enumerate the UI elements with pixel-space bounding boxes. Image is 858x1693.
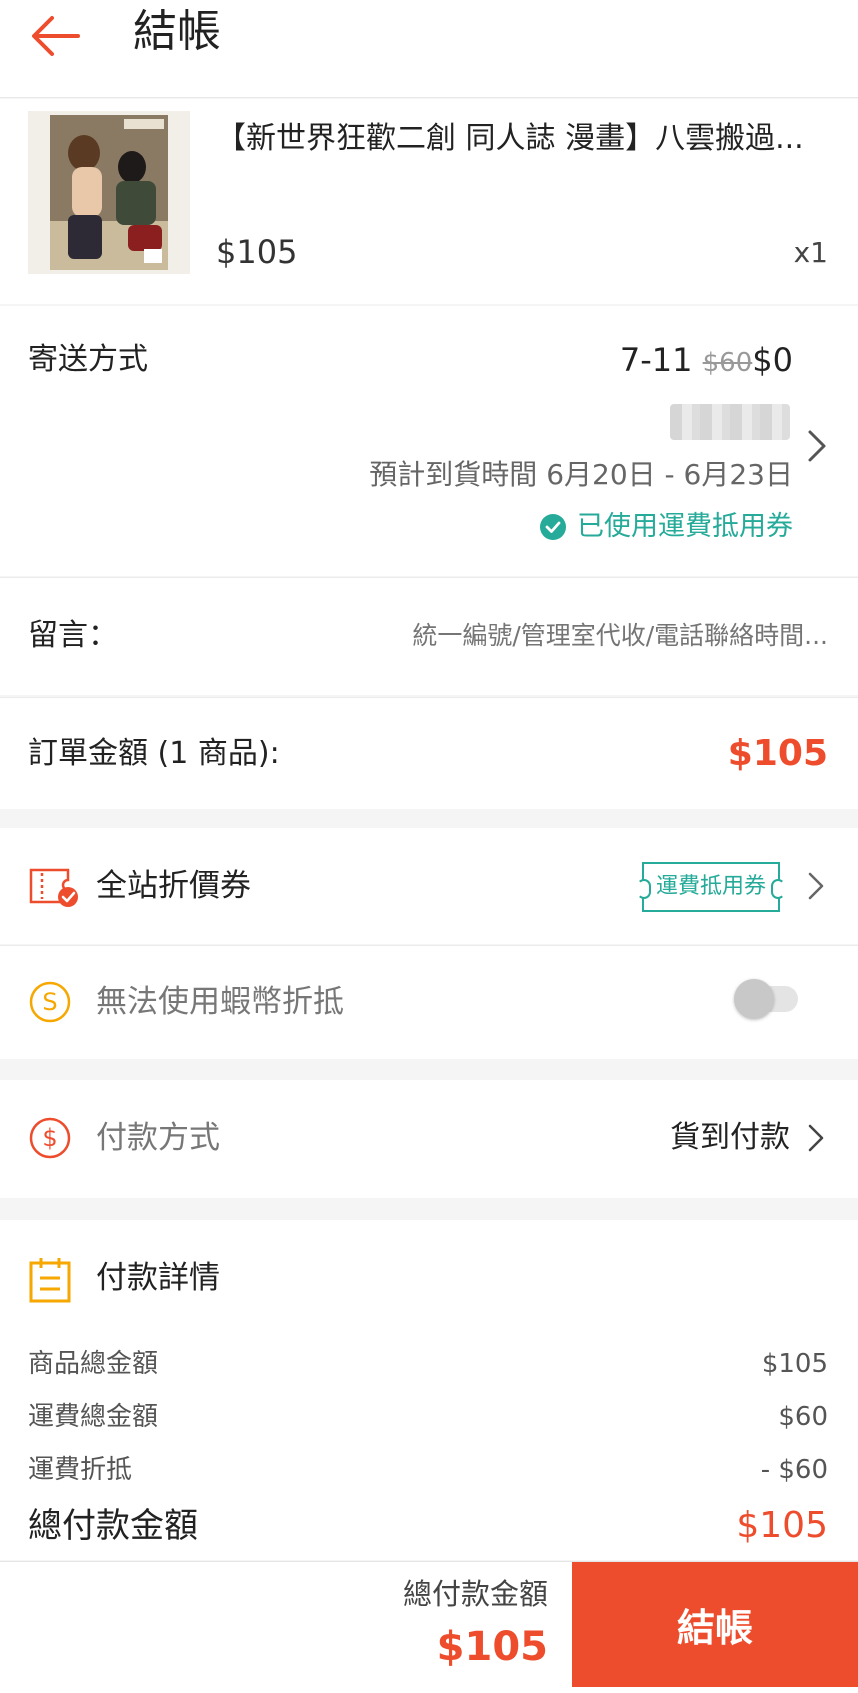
detail-value: $105 — [761, 1349, 828, 1379]
checkout-button[interactable]: 結帳 — [572, 1562, 858, 1687]
bottom-total-amount: $105 — [436, 1624, 548, 1670]
message-label: 留言： — [28, 618, 118, 653]
payment-method-label: 付款方式 — [96, 1120, 220, 1156]
payment-details-section: 付款詳情 商品總金額 $105 運費總金額 $60 運費折抵 - $60 總付款… — [0, 1220, 858, 1560]
svg-text:S: S — [42, 988, 57, 1016]
shipping-method: 7-11 $60$0 — [620, 340, 793, 383]
coins-toggle[interactable] — [734, 979, 798, 1019]
coin-icon: S — [28, 980, 76, 1028]
shipping-voucher-tag[interactable]: 運費抵用券 — [636, 862, 786, 912]
payment-method-value: 貨到付款 — [670, 1120, 790, 1155]
detail-value: - $60 — [760, 1455, 828, 1485]
product-price: $105 — [216, 233, 298, 271]
page-title: 結帳 — [133, 6, 221, 57]
chevron-right-icon[interactable] — [806, 426, 830, 466]
chevron-right-icon[interactable] — [806, 1118, 828, 1158]
detail-label: 運費折抵 — [28, 1455, 133, 1485]
coins-row: S 無法使用蝦幣折抵 — [0, 945, 858, 1059]
message-section: 留言： — [0, 577, 858, 695]
message-input[interactable] — [368, 616, 828, 656]
back-arrow-icon[interactable] — [28, 6, 88, 66]
order-total-label: 訂單金額 (1 商品): — [28, 736, 280, 771]
product-card[interactable]: 【新世界狂歡二創 同人誌 漫畫】八雲搬過... $105 x1 — [0, 99, 858, 304]
blurred-store-name — [670, 404, 790, 440]
chevron-right-icon[interactable] — [806, 866, 828, 906]
coins-label: 無法使用蝦幣折抵 — [96, 984, 344, 1020]
checkout-bar: 總付款金額 $105 結帳 — [0, 1561, 858, 1693]
detail-label: 運費總金額 — [28, 1402, 159, 1432]
check-circle-icon — [539, 513, 567, 541]
grand-total-label: 總付款金額 — [28, 1506, 198, 1546]
order-total-section: 訂單金額 (1 商品): $105 — [0, 697, 858, 809]
shipping-voucher-status: 已使用運費抵用券 — [539, 508, 793, 546]
top-app-bar: 結帳 — [0, 0, 858, 98]
calendar-list-icon — [28, 1256, 76, 1304]
delivery-estimate: 預計到貨時間 6月20日 - 6月23日 — [369, 458, 793, 491]
payment-method-row[interactable]: $ 付款方式 貨到付款 — [0, 1080, 858, 1198]
shipping-carrier: 7-11 — [619, 341, 693, 379]
toggle-knob — [734, 979, 774, 1019]
product-quantity: x1 — [793, 236, 828, 269]
voucher-label: 全站折價券 — [96, 868, 251, 904]
voucher-ticket-icon — [28, 862, 78, 910]
dollar-circle-icon: $ — [28, 1116, 76, 1164]
product-name: 【新世界狂歡二創 同人誌 漫畫】八雲搬過... — [216, 121, 804, 156]
grand-total-value: $105 — [736, 1505, 828, 1546]
svg-text:$: $ — [42, 1124, 57, 1152]
bottom-total-label: 總付款金額 — [402, 1577, 548, 1611]
detail-value: $60 — [778, 1402, 828, 1432]
platform-voucher-row[interactable]: 全站折價券 運費抵用券 — [0, 828, 858, 944]
payment-details-title: 付款詳情 — [96, 1260, 220, 1296]
shipping-fee: $0 — [752, 341, 793, 379]
shipping-section[interactable]: 寄送方式 7-11 $60$0 預計到貨時間 6月20日 - 6月23日 已使用… — [0, 306, 858, 576]
order-total-amount: $105 — [727, 733, 828, 774]
shipping-original-fee: $60 — [702, 348, 753, 378]
shipping-label: 寄送方式 — [28, 342, 148, 377]
product-thumbnail — [28, 111, 190, 274]
detail-label: 商品總金額 — [28, 1349, 159, 1379]
shipping-voucher-text: 已使用運費抵用券 — [577, 511, 793, 542]
